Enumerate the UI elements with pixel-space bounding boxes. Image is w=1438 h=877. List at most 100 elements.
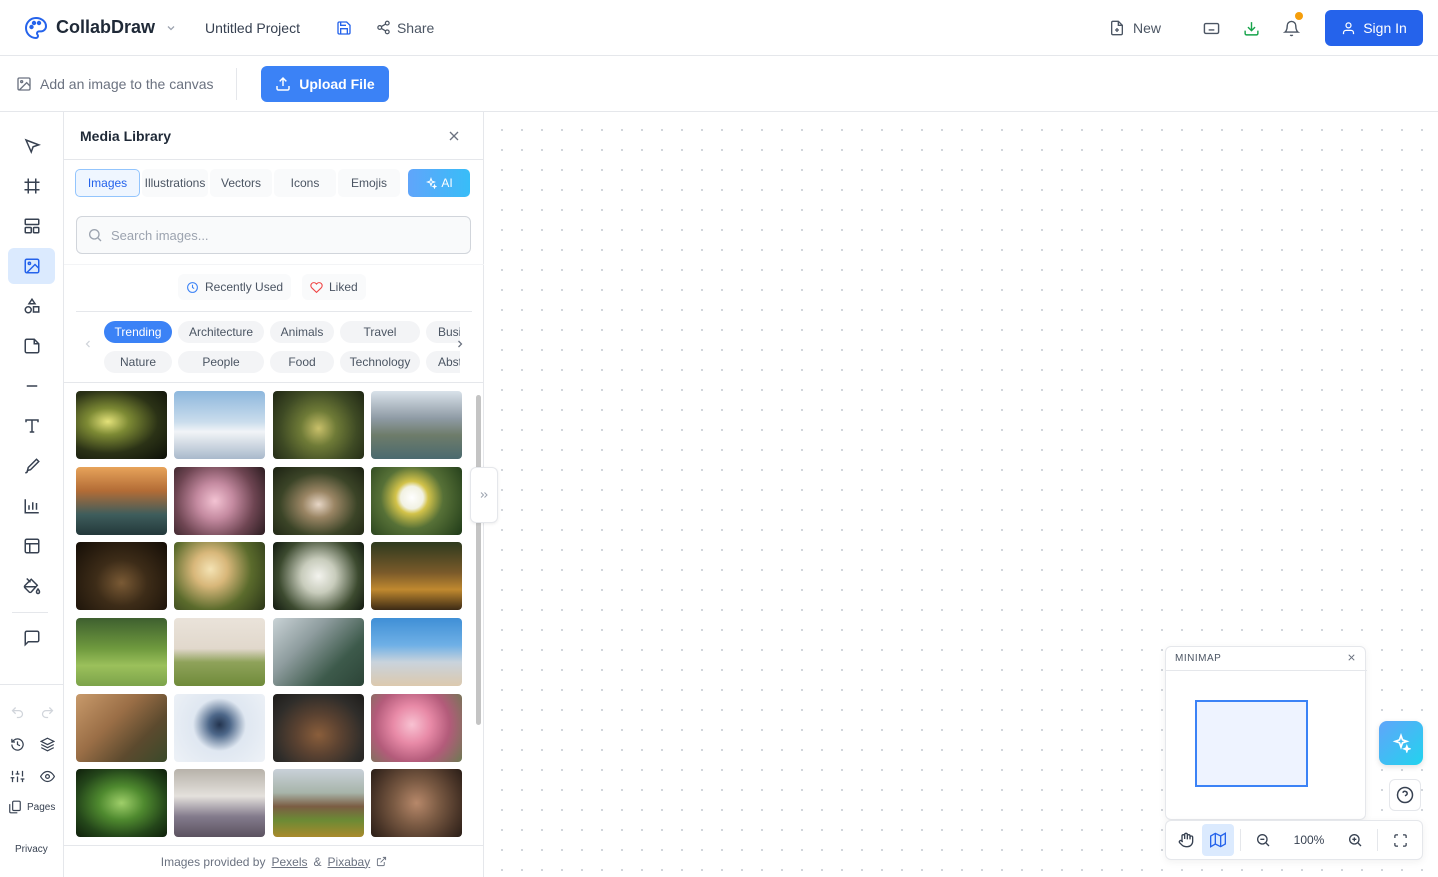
pages-button[interactable]: Pages bbox=[8, 800, 55, 814]
pexels-link[interactable]: Pexels bbox=[271, 855, 307, 869]
sticky-note-tool[interactable] bbox=[8, 328, 55, 364]
image-thumbnail[interactable] bbox=[174, 769, 265, 837]
category-animals[interactable]: Animals bbox=[270, 321, 334, 343]
line-tool[interactable] bbox=[8, 368, 55, 404]
adjustments-button[interactable] bbox=[7, 766, 27, 786]
fullscreen-icon bbox=[1393, 833, 1408, 848]
image-thumbnail[interactable] bbox=[273, 694, 364, 762]
save-icon[interactable] bbox=[336, 20, 352, 36]
category-architecture[interactable]: Architecture bbox=[178, 321, 264, 343]
keyboard-shortcuts-button[interactable] bbox=[1193, 10, 1229, 46]
image-thumbnail[interactable] bbox=[371, 391, 462, 459]
pan-button[interactable] bbox=[1170, 824, 1202, 856]
privacy-link[interactable]: Privacy bbox=[15, 844, 48, 855]
eye-icon bbox=[39, 769, 55, 784]
image-thumbnail[interactable] bbox=[174, 391, 265, 459]
panel-footer: Images provided by Pexels & Pixabay bbox=[64, 845, 484, 877]
table-tool[interactable] bbox=[8, 528, 55, 564]
minimap-viewport[interactable] bbox=[1195, 700, 1308, 787]
history-button[interactable] bbox=[7, 734, 27, 754]
layers-button[interactable] bbox=[37, 734, 57, 754]
category-people[interactable]: People bbox=[178, 351, 264, 373]
text-tool[interactable] bbox=[8, 408, 55, 444]
undo-button[interactable] bbox=[7, 702, 27, 722]
recently-used-button[interactable]: Recently Used bbox=[178, 274, 292, 300]
chevron-left-icon[interactable] bbox=[82, 338, 94, 350]
app-logo[interactable]: CollabDraw bbox=[24, 16, 177, 40]
image-thumbnail[interactable] bbox=[273, 391, 364, 459]
image-thumbnail[interactable] bbox=[371, 467, 462, 535]
project-title[interactable]: Untitled Project bbox=[205, 20, 300, 36]
category-food[interactable]: Food bbox=[270, 351, 334, 373]
fullscreen-button[interactable] bbox=[1384, 824, 1416, 856]
zoom-level[interactable]: 100% bbox=[1279, 833, 1339, 847]
image-thumbnail[interactable] bbox=[174, 467, 265, 535]
pen-tool[interactable] bbox=[8, 448, 55, 484]
image-thumbnail[interactable] bbox=[273, 467, 364, 535]
image-thumbnail[interactable] bbox=[76, 769, 167, 837]
tab-icons[interactable]: Icons bbox=[274, 169, 336, 197]
image-thumbnail[interactable] bbox=[273, 618, 364, 686]
close-icon[interactable] bbox=[1346, 652, 1357, 663]
zoom-in-button[interactable] bbox=[1339, 824, 1371, 856]
close-icon[interactable] bbox=[446, 128, 462, 144]
share-button[interactable]: Share bbox=[376, 20, 434, 36]
chart-tool[interactable] bbox=[8, 488, 55, 524]
category-technology[interactable]: Technology bbox=[340, 351, 420, 373]
zoom-in-icon bbox=[1347, 832, 1363, 848]
upload-file-button[interactable]: Upload File bbox=[261, 66, 389, 102]
category-abstract[interactable]: Abstract bbox=[426, 351, 460, 373]
image-thumbnail[interactable] bbox=[76, 618, 167, 686]
tab-illustrations[interactable]: Illustrations bbox=[142, 169, 208, 197]
search-input[interactable] bbox=[111, 227, 441, 243]
image-thumbnail[interactable] bbox=[174, 694, 265, 762]
image-thumbnail[interactable] bbox=[371, 542, 462, 610]
shapes-tool[interactable] bbox=[8, 288, 55, 324]
image-tool[interactable] bbox=[8, 248, 55, 284]
category-travel[interactable]: Travel bbox=[340, 321, 420, 343]
chevron-right-icon[interactable] bbox=[454, 338, 466, 350]
frame-icon bbox=[23, 177, 41, 195]
image-thumbnail[interactable] bbox=[76, 467, 167, 535]
add-image-hint-text: Add an image to the canvas bbox=[40, 76, 214, 92]
image-thumbnail[interactable] bbox=[174, 542, 265, 610]
templates-tool[interactable] bbox=[8, 208, 55, 244]
help-button[interactable] bbox=[1389, 779, 1421, 811]
frame-tool[interactable] bbox=[8, 168, 55, 204]
tab-ai-label: AI bbox=[441, 176, 453, 190]
select-tool[interactable] bbox=[8, 128, 55, 164]
download-button[interactable] bbox=[1233, 10, 1269, 46]
fill-tool[interactable] bbox=[8, 568, 55, 604]
image-thumbnail[interactable] bbox=[371, 694, 462, 762]
scrollbar-thumb[interactable] bbox=[476, 395, 481, 725]
app-name: CollabDraw bbox=[56, 17, 156, 37]
sign-in-button[interactable]: Sign In bbox=[1325, 10, 1423, 46]
tab-emojis[interactable]: Emojis bbox=[338, 169, 400, 197]
minimap-toggle-button[interactable] bbox=[1202, 824, 1234, 856]
image-thumbnail[interactable] bbox=[371, 769, 462, 837]
tab-vectors[interactable]: Vectors bbox=[210, 169, 272, 197]
image-thumbnail[interactable] bbox=[76, 694, 167, 762]
redo-button[interactable] bbox=[37, 702, 57, 722]
image-thumbnail[interactable] bbox=[76, 391, 167, 459]
collapse-panel-button[interactable] bbox=[470, 467, 498, 523]
image-thumbnail[interactable] bbox=[273, 542, 364, 610]
chevron-down-icon[interactable] bbox=[165, 22, 177, 34]
image-thumbnail[interactable] bbox=[76, 542, 167, 610]
liked-button[interactable]: Liked bbox=[302, 274, 366, 300]
tab-images[interactable]: Images bbox=[75, 169, 140, 197]
category-nature[interactable]: Nature bbox=[104, 351, 172, 373]
image-thumbnail[interactable] bbox=[371, 618, 462, 686]
image-thumbnail[interactable] bbox=[174, 618, 265, 686]
zoom-out-button[interactable] bbox=[1247, 824, 1279, 856]
sliders-icon bbox=[10, 769, 25, 784]
new-button[interactable]: New bbox=[1109, 20, 1161, 36]
ai-assistant-button[interactable] bbox=[1379, 721, 1423, 765]
notifications-button[interactable] bbox=[1273, 10, 1309, 46]
pixabay-link[interactable]: Pixabay bbox=[328, 855, 371, 869]
category-trending[interactable]: Trending bbox=[104, 321, 172, 343]
image-thumbnail[interactable] bbox=[273, 769, 364, 837]
visibility-button[interactable] bbox=[37, 766, 57, 786]
comment-tool[interactable] bbox=[8, 620, 55, 656]
tab-ai[interactable]: AI bbox=[408, 169, 470, 197]
